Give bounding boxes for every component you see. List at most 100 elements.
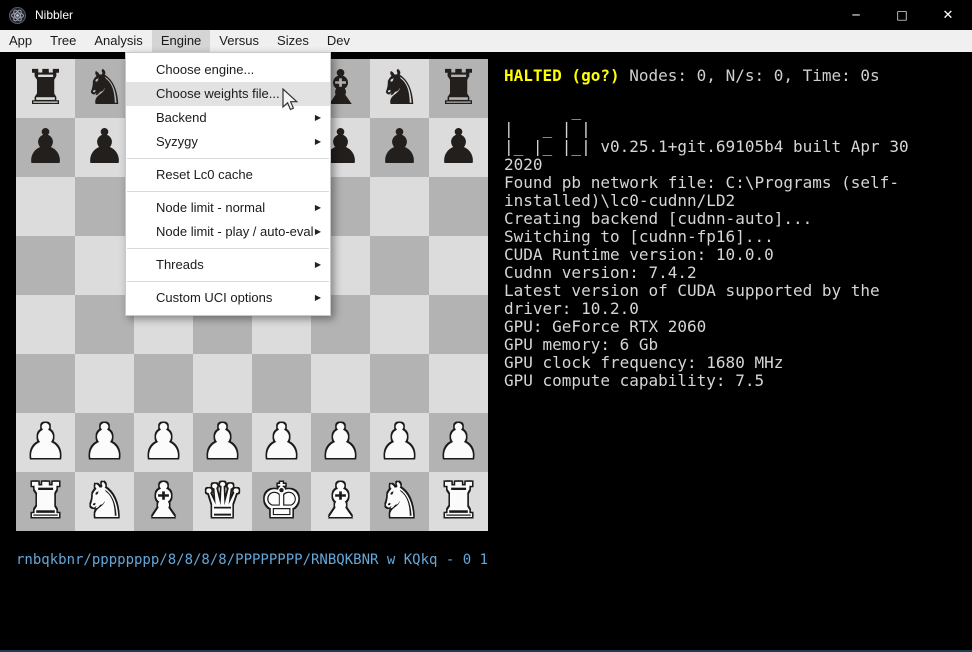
menubar-item-app[interactable]: App	[0, 30, 41, 52]
black-r-piece: ♜	[429, 59, 488, 118]
square-g3[interactable]	[370, 354, 429, 413]
status-halted-text: HALTED (go?)	[504, 66, 629, 85]
white-p-piece: ♟	[134, 413, 193, 472]
black-n-piece: ♞	[370, 59, 429, 118]
status-stats-text: Nodes: 0, N/s: 0, Time: 0s	[629, 66, 879, 85]
menubar-item-analysis[interactable]: Analysis	[85, 30, 151, 52]
engine-status-line: HALTED (go?) Nodes: 0, N/s: 0, Time: 0s	[504, 66, 960, 85]
submenu-arrow-icon: ▶	[315, 130, 321, 154]
square-f1[interactable]: ♝	[311, 472, 370, 531]
white-n-piece: ♞	[370, 472, 429, 531]
menu-separator	[127, 248, 329, 249]
square-e2[interactable]: ♟	[252, 413, 311, 472]
square-g8[interactable]: ♞	[370, 59, 429, 118]
square-d2[interactable]: ♟	[193, 413, 252, 472]
square-d1[interactable]: ♛	[193, 472, 252, 531]
square-h7[interactable]: ♟	[429, 118, 488, 177]
white-p-piece: ♟	[252, 413, 311, 472]
white-k-piece: ♚	[252, 472, 311, 531]
menu-item-backend[interactable]: Backend▶	[126, 106, 330, 130]
white-b-piece: ♝	[134, 472, 193, 531]
square-g1[interactable]: ♞	[370, 472, 429, 531]
square-g5[interactable]	[370, 236, 429, 295]
white-p-piece: ♟	[75, 413, 134, 472]
submenu-arrow-icon: ▶	[315, 286, 321, 310]
black-p-piece: ♟	[370, 118, 429, 177]
square-h6[interactable]	[429, 177, 488, 236]
square-a6[interactable]	[16, 177, 75, 236]
nibbler-app-icon	[9, 7, 26, 24]
menubar-item-dev[interactable]: Dev	[318, 30, 359, 52]
menu-separator	[127, 158, 329, 159]
square-g4[interactable]	[370, 295, 429, 354]
menu-separator	[127, 191, 329, 192]
maximize-button[interactable]: □	[879, 0, 925, 30]
square-h2[interactable]: ♟	[429, 413, 488, 472]
square-h1[interactable]: ♜	[429, 472, 488, 531]
submenu-arrow-icon: ▶	[315, 106, 321, 130]
menu-item-reset-lc0-cache[interactable]: Reset Lc0 cache	[126, 163, 330, 187]
white-q-piece: ♛	[193, 472, 252, 531]
menu-item-node-limit-play-auto-eval[interactable]: Node limit - play / auto-eval▶	[126, 220, 330, 244]
white-p-piece: ♟	[370, 413, 429, 472]
menubar: AppTreeAnalysisEngineVersusSizesDev	[0, 30, 972, 52]
white-p-piece: ♟	[193, 413, 252, 472]
white-b-piece: ♝	[311, 472, 370, 531]
square-g2[interactable]: ♟	[370, 413, 429, 472]
square-e1[interactable]: ♚	[252, 472, 311, 531]
square-c1[interactable]: ♝	[134, 472, 193, 531]
white-p-piece: ♟	[16, 413, 75, 472]
window-title: Nibbler	[35, 8, 833, 22]
white-n-piece: ♞	[75, 472, 134, 531]
square-a8[interactable]: ♜	[16, 59, 75, 118]
square-b1[interactable]: ♞	[75, 472, 134, 531]
white-p-piece: ♟	[429, 413, 488, 472]
menu-item-threads[interactable]: Threads▶	[126, 253, 330, 277]
menu-item-custom-uci-options[interactable]: Custom UCI options▶	[126, 286, 330, 310]
square-a5[interactable]	[16, 236, 75, 295]
square-a3[interactable]	[16, 354, 75, 413]
square-a4[interactable]	[16, 295, 75, 354]
fen-string: rnbqkbnr/pppppppp/8/8/8/8/PPPPPPPP/RNBQK…	[16, 552, 536, 568]
square-c3[interactable]	[134, 354, 193, 413]
square-g7[interactable]: ♟	[370, 118, 429, 177]
square-a7[interactable]: ♟	[16, 118, 75, 177]
square-g6[interactable]	[370, 177, 429, 236]
square-e3[interactable]	[252, 354, 311, 413]
menubar-item-sizes[interactable]: Sizes	[268, 30, 318, 52]
menubar-item-versus[interactable]: Versus	[210, 30, 268, 52]
menubar-item-tree[interactable]: Tree	[41, 30, 85, 52]
titlebar[interactable]: Nibbler ─ □ ✕	[0, 0, 972, 30]
engine-menu-dropdown: Choose engine...Choose weights file...Ba…	[125, 52, 331, 316]
close-button[interactable]: ✕	[925, 0, 971, 30]
menu-item-choose-weights-file[interactable]: Choose weights file...	[126, 82, 330, 106]
submenu-arrow-icon: ▶	[315, 220, 321, 244]
square-h3[interactable]	[429, 354, 488, 413]
black-p-piece: ♟	[16, 118, 75, 177]
square-b2[interactable]: ♟	[75, 413, 134, 472]
square-a2[interactable]: ♟	[16, 413, 75, 472]
square-d3[interactable]	[193, 354, 252, 413]
menu-separator	[127, 281, 329, 282]
square-f2[interactable]: ♟	[311, 413, 370, 472]
square-h5[interactable]	[429, 236, 488, 295]
square-a1[interactable]: ♜	[16, 472, 75, 531]
menu-item-syzygy[interactable]: Syzygy▶	[126, 130, 330, 154]
black-p-piece: ♟	[429, 118, 488, 177]
square-c2[interactable]: ♟	[134, 413, 193, 472]
white-r-piece: ♜	[429, 472, 488, 531]
square-f3[interactable]	[311, 354, 370, 413]
submenu-arrow-icon: ▶	[315, 196, 321, 220]
submenu-arrow-icon: ▶	[315, 253, 321, 277]
black-r-piece: ♜	[16, 59, 75, 118]
menubar-item-engine[interactable]: Engine	[152, 30, 210, 52]
engine-output-log: _ | _ | | |_ |_ |_| v0.25.1+git.69105b4 …	[504, 102, 929, 390]
minimize-button[interactable]: ─	[833, 0, 879, 30]
square-h8[interactable]: ♜	[429, 59, 488, 118]
menu-item-choose-engine[interactable]: Choose engine...	[126, 58, 330, 82]
square-b3[interactable]	[75, 354, 134, 413]
square-h4[interactable]	[429, 295, 488, 354]
menu-item-node-limit-normal[interactable]: Node limit - normal▶	[126, 196, 330, 220]
white-p-piece: ♟	[311, 413, 370, 472]
white-r-piece: ♜	[16, 472, 75, 531]
